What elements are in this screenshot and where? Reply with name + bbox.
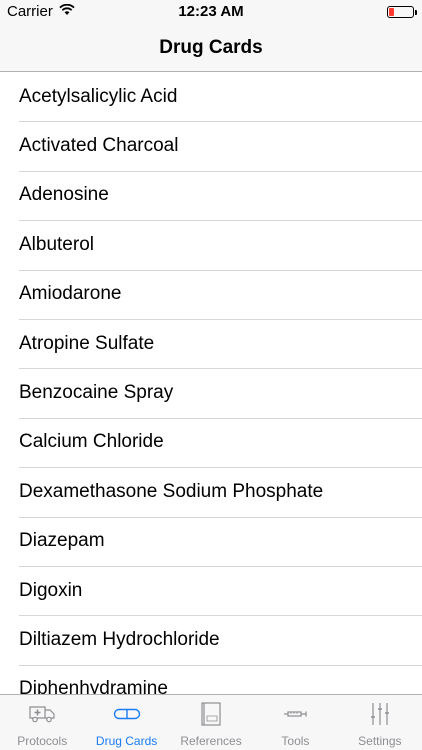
list-item-label: Diltiazem Hydrochloride	[19, 628, 220, 650]
navigation-bar: Drug Cards	[0, 24, 422, 72]
list-item[interactable]: Calcium Chloride	[0, 419, 422, 469]
tab-references-label: References	[180, 734, 242, 748]
list-item[interactable]: Benzocaine Spray	[0, 369, 422, 420]
tab-settings[interactable]: Settings	[338, 695, 422, 750]
status-time: 12:23 AM	[178, 3, 244, 20]
list-item-label: Atropine Sulfate	[19, 332, 155, 354]
list-item-label: Acetylsalicylic Acid	[19, 85, 178, 107]
tab-protocols-label: Protocols	[17, 734, 68, 748]
list-item-label: Adenosine	[19, 184, 109, 206]
tab-protocols[interactable]: Protocols	[0, 695, 84, 750]
list-item[interactable]: Albuterol	[0, 221, 422, 271]
list-item[interactable]: Activated Charcoal	[0, 122, 422, 173]
sliders-icon	[366, 700, 394, 728]
book-icon	[197, 700, 225, 728]
list-item[interactable]: Dexamethasone Sodium Phosphate	[0, 468, 422, 518]
app-screen: Carrier 12:23 AM Drug Cards Acetylsalicy…	[0, 0, 422, 750]
list-item-label: Amiodarone	[19, 283, 122, 305]
page-title: Drug Cards	[159, 37, 263, 58]
status-bar: Carrier 12:23 AM	[0, 0, 422, 24]
list-item[interactable]: Atropine Sulfate	[0, 320, 422, 370]
battery-level	[389, 8, 394, 16]
list-item-label: Albuterol	[19, 233, 94, 255]
tab-tools-label: Tools	[281, 734, 310, 748]
battery-icon	[387, 6, 417, 18]
list-item-label: Dexamethasone Sodium Phosphate	[19, 480, 324, 502]
list-item-label: Diazepam	[19, 530, 105, 552]
tab-tools[interactable]: Tools	[253, 695, 337, 750]
list-item-label: Diphenhydramine	[19, 678, 168, 694]
list-item[interactable]: Diazepam	[0, 518, 422, 568]
tab-drug-cards-label: Drug Cards	[95, 734, 158, 748]
syringe-icon	[281, 700, 309, 728]
list-item-label: Activated Charcoal	[19, 135, 179, 157]
drug-list[interactable]: Acetylsalicylic Acid Activated Charcoal …	[0, 73, 422, 694]
tab-references[interactable]: References	[169, 695, 253, 750]
list-item-label: Digoxin	[19, 579, 83, 601]
list-item[interactable]: Amiodarone	[0, 271, 422, 321]
list-item[interactable]: Acetylsalicylic Acid	[0, 73, 422, 123]
list-item[interactable]: Adenosine	[0, 172, 422, 222]
tab-settings-label: Settings	[358, 734, 402, 748]
list-item[interactable]: Diltiazem Hydrochloride	[0, 616, 422, 667]
pill-icon	[113, 700, 141, 728]
list-item[interactable]: Diphenhydramine	[0, 666, 422, 694]
tab-drug-cards[interactable]: Drug Cards	[84, 695, 168, 750]
list-item-label: Benzocaine Spray	[19, 382, 174, 404]
tab-bar: Protocols Drug Cards References Tools Se…	[0, 694, 422, 750]
list-item-label: Calcium Chloride	[19, 431, 164, 453]
list-item[interactable]: Digoxin	[0, 567, 422, 617]
ambulance-icon	[28, 700, 56, 728]
